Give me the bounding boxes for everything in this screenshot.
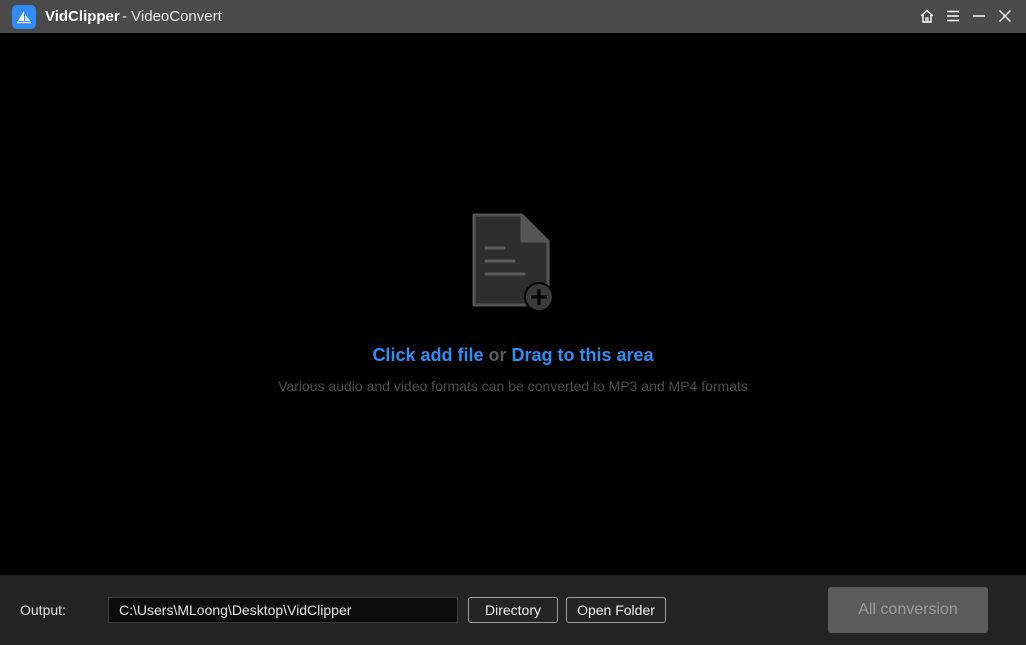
minimize-button[interactable] <box>968 5 990 27</box>
app-logo-icon <box>12 5 36 29</box>
title-bar: VidClipper - VideoConvert <box>0 0 1026 33</box>
bottom-bar: Output: Directory Open Folder All conver… <box>0 575 1026 645</box>
close-button[interactable] <box>994 5 1016 27</box>
add-file-icon[interactable] <box>470 213 556 313</box>
output-path-field[interactable] <box>108 597 458 623</box>
directory-button[interactable]: Directory <box>468 597 558 623</box>
click-add-file-link[interactable]: Click add file <box>372 345 483 365</box>
drop-instruction: Click add file or Drag to this area <box>0 343 1026 367</box>
all-conversion-button[interactable]: All conversion <box>828 587 988 633</box>
menu-icon <box>947 10 959 22</box>
home-button[interactable] <box>916 5 938 27</box>
drag-area-link[interactable]: Drag to this area <box>512 345 654 365</box>
format-hint: Various audio and video formats can be c… <box>278 378 748 394</box>
window-controls <box>916 5 1016 27</box>
close-icon <box>999 10 1011 22</box>
open-folder-button[interactable]: Open Folder <box>566 597 666 623</box>
or-text: or <box>488 345 507 365</box>
output-label: Output: <box>20 602 66 618</box>
app-window: VidClipper - VideoConvert Click add file… <box>0 0 1026 645</box>
home-icon <box>920 9 934 23</box>
window-subtitle: - VideoConvert <box>122 8 222 25</box>
minimize-icon <box>973 15 985 17</box>
app-name: VidClipper <box>45 8 120 25</box>
file-drop-area[interactable]: Click add file or Drag to this area Vari… <box>0 33 1026 575</box>
menu-button[interactable] <box>942 5 964 27</box>
